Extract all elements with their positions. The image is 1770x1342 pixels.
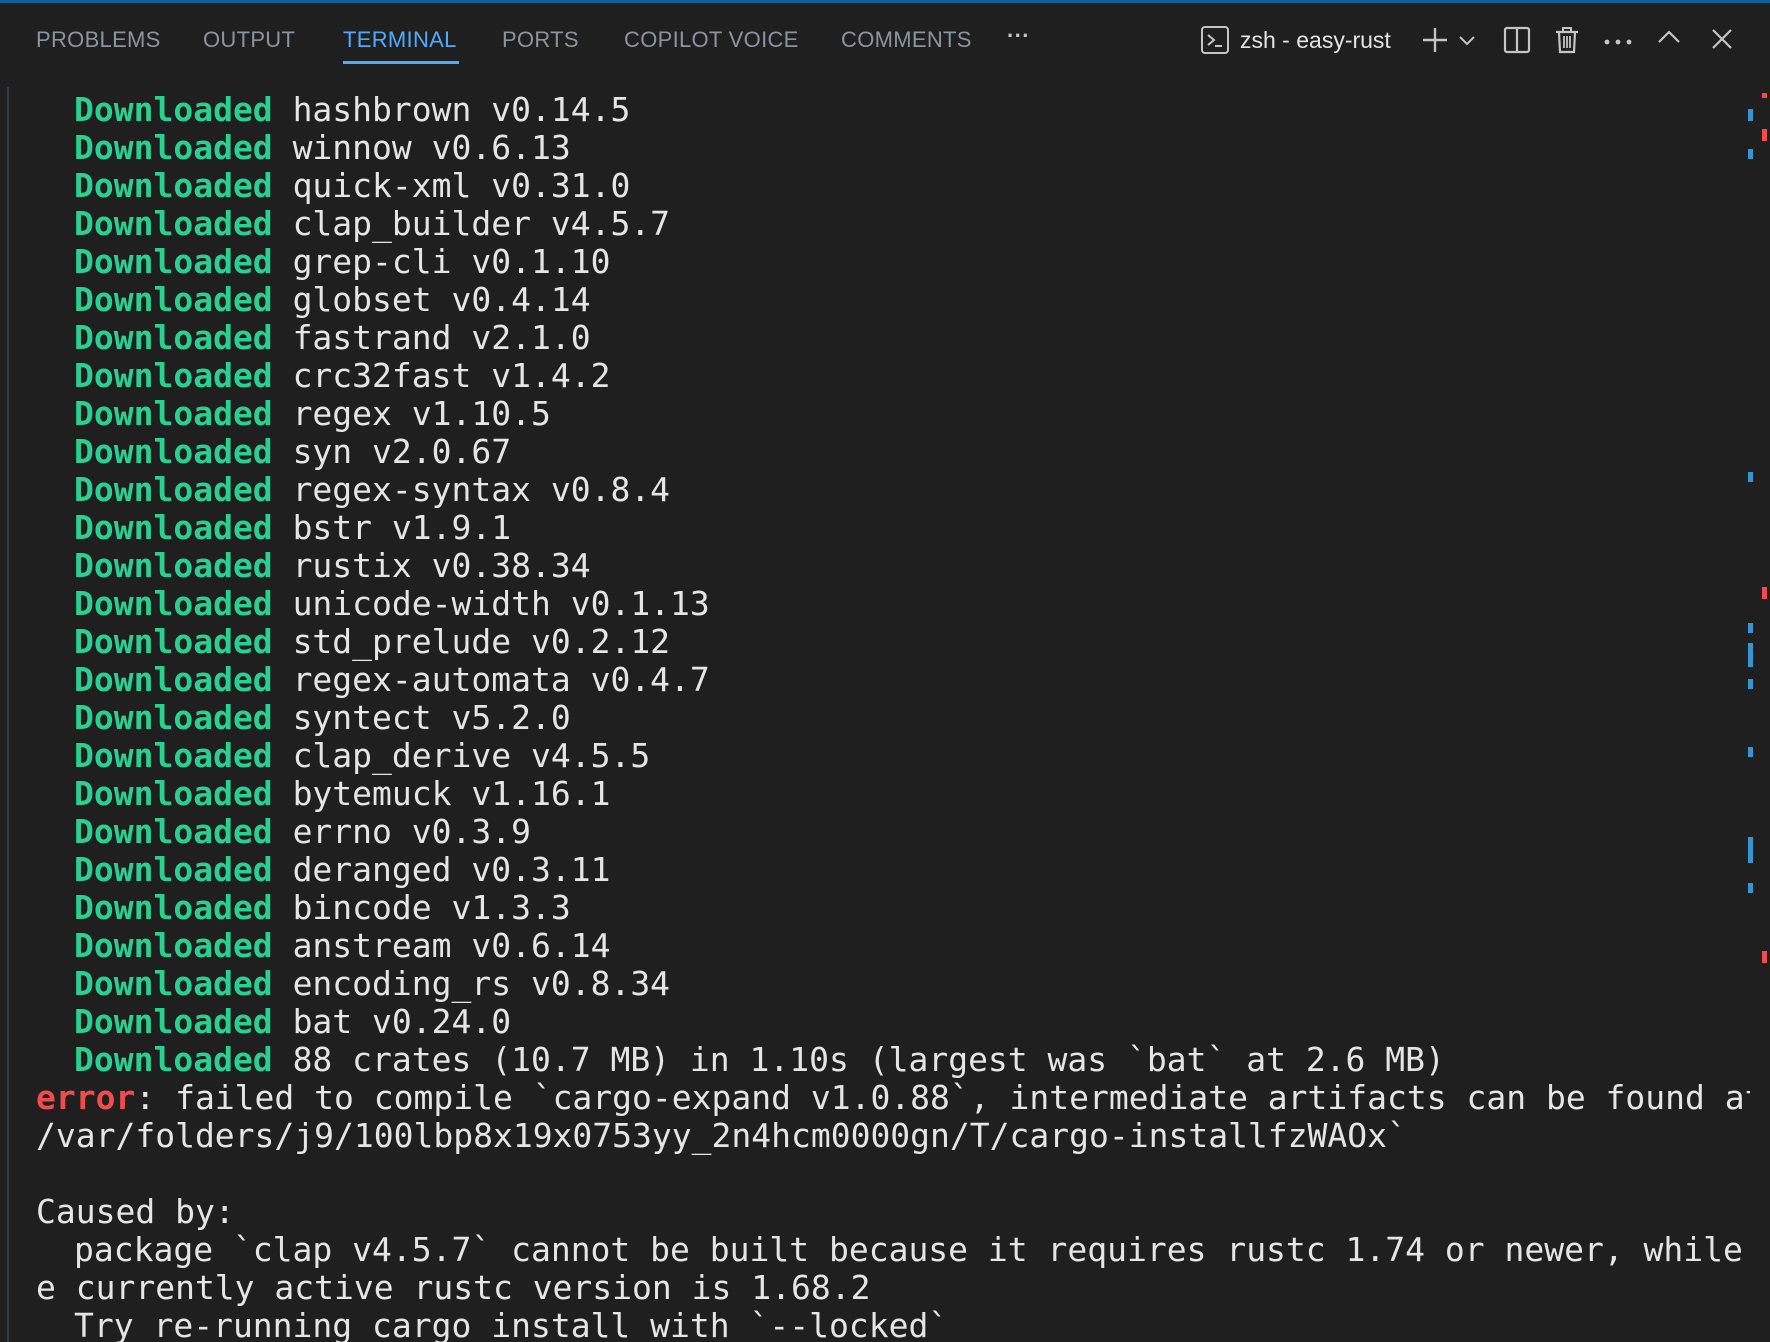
terminal-line: Downloaded bytemuck v1.16.1 — [74, 774, 611, 813]
terminal-line: Downloaded anstream v0.6.14 — [74, 926, 611, 965]
terminal-line: Downloaded bstr v1.9.1 — [74, 508, 512, 547]
chevron-down-icon[interactable] — [1458, 33, 1476, 52]
ruler-marker — [1762, 93, 1767, 98]
active-tab-indicator — [343, 61, 459, 64]
more-icon[interactable] — [1603, 33, 1633, 52]
terminal-line: Downloaded regex v1.10.5 — [74, 394, 551, 433]
terminal-line: Downloaded fastrand v2.1.0 — [74, 318, 591, 357]
terminal-line: package `clap v4.5.7` cannot be built be… — [74, 1230, 1750, 1269]
ruler-marker — [1748, 643, 1753, 667]
chevron-up-icon[interactable] — [1656, 27, 1682, 51]
ruler-marker — [1762, 129, 1767, 141]
terminal-instance-name[interactable]: zsh - easy-rust — [1240, 27, 1391, 54]
terminal-line: Downloaded grep-cli v0.1.10 — [74, 242, 611, 281]
terminal-line: Downloaded regex-automata v0.4.7 — [74, 660, 710, 699]
terminal-icon — [1200, 25, 1230, 59]
terminal-line: Downloaded bat v0.24.0 — [74, 1002, 512, 1041]
ruler-marker — [1748, 679, 1753, 689]
ruler-marker — [1748, 883, 1753, 893]
tab-terminal[interactable]: TERMINAL — [343, 27, 457, 53]
tabs-overflow-more-icon[interactable]: ··· — [1007, 23, 1030, 49]
terminal-line: Downloaded encoding_rs v0.8.34 — [74, 964, 671, 1003]
tab-copilot-voice[interactable]: COPILOT VOICE — [624, 27, 799, 53]
ruler-marker — [1748, 623, 1753, 633]
terminal-line: Downloaded 88 crates (10.7 MB) in 1.10s … — [74, 1040, 1445, 1079]
split-icon[interactable] — [1502, 25, 1532, 59]
terminal-line: Downloaded crc32fast v1.4.2 — [74, 356, 611, 395]
tab-ports[interactable]: PORTS — [502, 27, 579, 53]
ruler-marker — [1762, 587, 1767, 599]
ruler-marker — [1748, 109, 1753, 121]
terminal-line: Downloaded syntect v5.2.0 — [74, 698, 571, 737]
close-icon[interactable] — [1710, 27, 1734, 55]
terminal-line: Downloaded globset v0.4.14 — [74, 280, 591, 319]
terminal-output[interactable]: Downloaded hashbrown v0.14.5 Downloaded … — [0, 87, 1750, 1342]
terminal-line: Downloaded std_prelude v0.2.12 — [74, 622, 671, 661]
panel-tab-bar: PROBLEMS OUTPUT TERMINAL PORTS COPILOT V… — [0, 3, 1770, 87]
terminal-line: Downloaded rustix v0.38.34 — [74, 546, 591, 585]
terminal-line: e currently active rustc version is 1.68… — [36, 1268, 871, 1307]
terminal-line: Downloaded clap_builder v4.5.7 — [74, 204, 671, 243]
terminal-line: Downloaded errno v0.3.9 — [74, 812, 531, 851]
ruler-marker — [1748, 149, 1753, 159]
ruler-marker — [1748, 472, 1753, 482]
ruler-marker — [1762, 951, 1767, 963]
terminal-line: Try re-running cargo install with `--loc… — [74, 1306, 949, 1342]
terminal-line: Downloaded quick-xml v0.31.0 — [74, 166, 631, 205]
ruler-marker — [1748, 747, 1753, 757]
terminal-line: Caused by: — [36, 1192, 235, 1231]
terminal-line: Downloaded bincode v1.3.3 — [74, 888, 571, 927]
overview-ruler[interactable] — [1740, 87, 1770, 1342]
terminal-line: Downloaded winnow v0.6.13 — [74, 128, 571, 167]
terminal-line: Downloaded clap_derive v4.5.5 — [74, 736, 651, 775]
terminal-line: Downloaded hashbrown v0.14.5 — [74, 90, 631, 129]
ruler-marker — [1748, 837, 1753, 863]
terminal-line: Downloaded deranged v0.3.11 — [74, 850, 611, 889]
terminal-line: Downloaded syn v2.0.67 — [74, 432, 512, 471]
tab-problems[interactable]: PROBLEMS — [36, 27, 161, 53]
tab-comments[interactable]: COMMENTS — [841, 27, 972, 53]
terminal-line: Downloaded regex-syntax v0.8.4 — [74, 470, 671, 509]
plus-icon[interactable] — [1420, 25, 1450, 59]
terminal-line: /var/folders/j9/100lbp8x19x0753yy_2n4hcm… — [36, 1116, 1407, 1155]
tab-output[interactable]: OUTPUT — [203, 27, 295, 53]
trash-icon[interactable] — [1552, 25, 1582, 59]
terminal-line: Downloaded unicode-width v0.1.13 — [74, 584, 710, 623]
terminal-error-line: error: failed to compile `cargo-expand v… — [36, 1078, 1750, 1117]
